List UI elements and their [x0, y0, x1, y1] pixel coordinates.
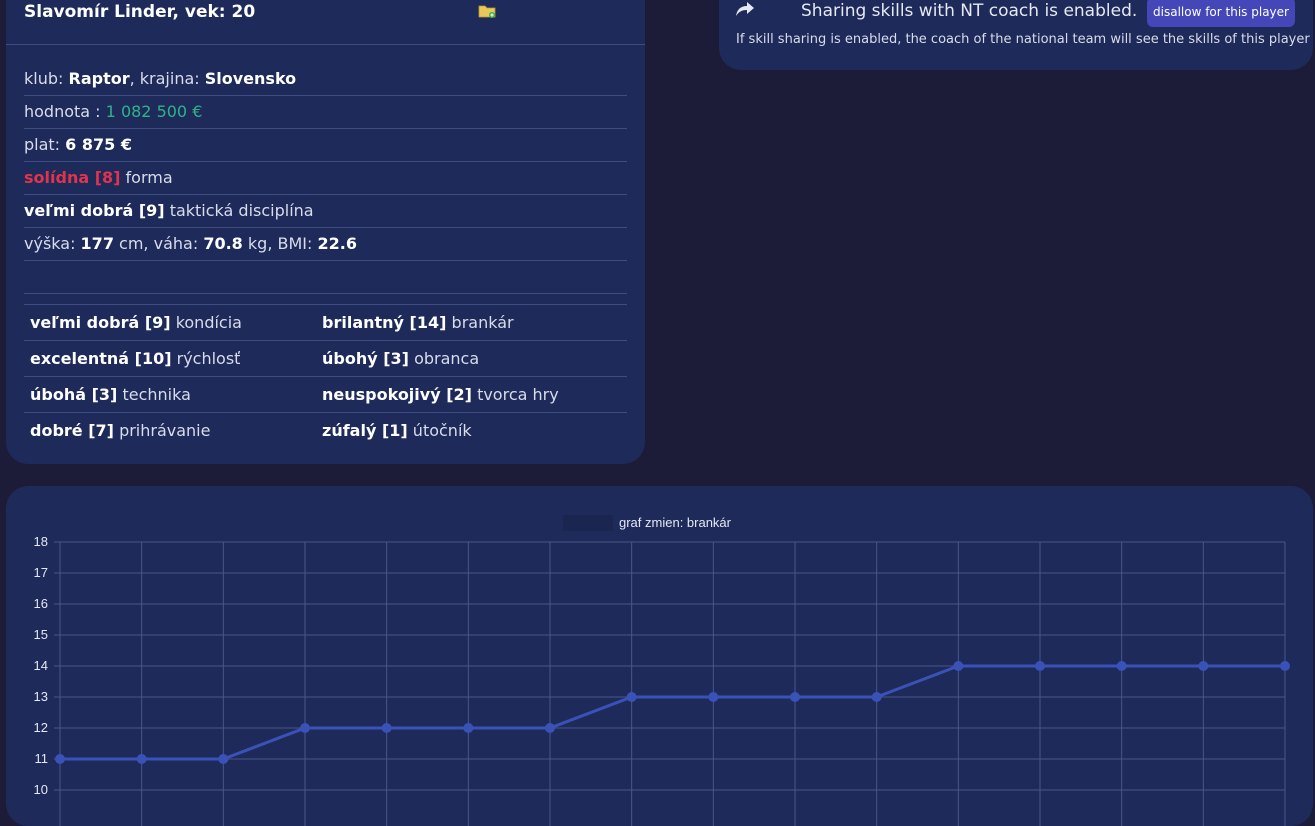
skill-level: úbohý [3] [322, 349, 409, 368]
skill-level: neuspokojivý [2] [322, 385, 472, 404]
skill-cell: brilantný [14] brankár [316, 305, 608, 340]
club-label: klub: [24, 69, 64, 88]
physique-row: výška: 177 cm, váha: 70.8 kg, BMI: 22.6 [24, 228, 627, 261]
y-tick-label: 14 [34, 658, 48, 673]
skill-name: technika [122, 385, 191, 404]
data-point[interactable] [1198, 661, 1209, 671]
y-tick-label: 11 [35, 751, 49, 766]
data-point[interactable] [953, 661, 964, 671]
data-point[interactable] [708, 692, 719, 702]
country-name[interactable]: Slovensko [205, 69, 296, 88]
y-tick-label: 17 [34, 565, 48, 580]
club-name[interactable]: Raptor [69, 69, 130, 88]
skill-row: excelentná [10] rýchlosť úbohý [3] obran… [24, 341, 627, 377]
data-point[interactable] [136, 754, 147, 764]
skill-history-chart: 18 17 16 15 14 13 12 11 10 graf zmien: brankár [34, 515, 1290, 826]
data-point[interactable] [545, 723, 555, 733]
discipline-label: taktická disciplína [169, 201, 314, 220]
value-amount: 1 082 500 € [105, 102, 203, 121]
bmi-value: 22.6 [317, 234, 357, 253]
discipline-level: veľmi dobrá [9] [24, 201, 165, 220]
skill-cell: excelentná [10] rýchlosť [24, 341, 316, 376]
skill-cell: úbohá [3] technika [24, 377, 316, 412]
data-point[interactable] [381, 723, 392, 733]
data-point[interactable] [626, 692, 637, 702]
legend-swatch [563, 515, 613, 531]
y-tick-label: 10 [34, 782, 48, 797]
player-card: Slavomír Linder, vek: 20 klub: Raptor, k… [6, 0, 645, 464]
data-point[interactable] [1116, 661, 1127, 671]
spacer-row [24, 261, 627, 294]
data-point[interactable] [463, 723, 474, 733]
skill-name: prihrávanie [119, 421, 211, 440]
skill-row: dobré [7] prihrávanie zúfalý [1] útočník [24, 413, 627, 448]
salary-row: plat: 6 875 € [24, 129, 627, 162]
skill-cell: veľmi dobrá [9] kondícia [24, 305, 316, 340]
form-label: forma [125, 168, 173, 187]
data-point[interactable] [871, 692, 882, 702]
skill-cell: zúfalý [1] útočník [316, 413, 608, 448]
value-row: hodnota : 1 082 500 € [24, 96, 627, 129]
disallow-sharing-button[interactable]: disallow for this player [1147, 0, 1295, 27]
y-tick-label: 16 [34, 596, 48, 611]
weight-unit: kg, BMI: [247, 234, 313, 253]
salary-amount: 6 875 € [65, 135, 132, 154]
data-point[interactable] [218, 754, 229, 764]
skill-name: obranca [414, 349, 480, 368]
skill-history-chart-card: 18 17 16 15 14 13 12 11 10 graf zmien: brankár [6, 486, 1313, 826]
form-level: solídna [8] [24, 168, 121, 187]
nt-sharing-card: Sharing skills with NT coach is enabled.… [719, 0, 1313, 70]
skill-name: tvorca hry [477, 385, 559, 404]
y-axis-ticks: 18 17 16 15 14 13 12 11 10 [34, 534, 48, 797]
skill-name: brankár [451, 313, 514, 332]
skills-table: veľmi dobrá [9] kondícia brilantný [14] … [24, 304, 627, 448]
series-line [55, 661, 1290, 764]
sharing-note: If skill sharing is enabled, the coach o… [736, 32, 1310, 47]
data-point[interactable] [55, 754, 65, 764]
skill-level: excelentná [10] [30, 349, 172, 368]
header-divider [6, 44, 645, 45]
chart-grid [54, 541, 1286, 826]
salary-label: plat: [24, 135, 61, 154]
y-tick-label: 15 [34, 627, 48, 642]
series-line-path [60, 664, 1285, 761]
data-point[interactable] [1035, 661, 1045, 671]
club-row: klub: Raptor, krajina: Slovensko [24, 63, 627, 96]
skill-level: dobré [7] [30, 421, 114, 440]
data-point[interactable] [1280, 661, 1290, 671]
skill-name: útočník [412, 421, 472, 440]
skill-cell: úbohý [3] obranca [316, 341, 608, 376]
height-unit: cm, váha: [119, 234, 199, 253]
skill-level: veľmi dobrá [9] [30, 313, 171, 332]
folder-add-icon[interactable] [478, 4, 496, 18]
discipline-row: veľmi dobrá [9] taktická disciplína [24, 195, 627, 228]
data-point[interactable] [790, 692, 800, 702]
skill-cell: dobré [7] prihrávanie [24, 413, 316, 448]
skill-cell: neuspokojivý [2] tvorca hry [316, 377, 608, 412]
form-row: solídna [8] forma [24, 162, 627, 195]
height-value: 177 [80, 234, 114, 253]
sharing-status-text: Sharing skills with NT coach is enabled. [801, 1, 1138, 21]
weight-value: 70.8 [203, 234, 243, 253]
share-arrow-icon [736, 2, 754, 16]
skill-row: veľmi dobrá [9] kondícia brilantný [14] … [24, 305, 627, 341]
skill-row: úbohá [3] technika neuspokojivý [2] tvor… [24, 377, 627, 413]
legend-label: graf zmien: brankár [619, 515, 732, 530]
skill-level: zúfalý [1] [322, 421, 408, 440]
skill-name: kondícia [175, 313, 242, 332]
skill-level: brilantný [14] [322, 313, 447, 332]
country-label: , krajina: [129, 69, 200, 88]
data-point[interactable] [300, 723, 310, 733]
y-tick-label: 18 [34, 534, 48, 549]
player-info-list: klub: Raptor, krajina: Slovensko hodnota… [24, 63, 627, 294]
skill-level: úbohá [3] [30, 385, 118, 404]
height-label: výška: [24, 234, 76, 253]
value-label: hodnota : [24, 102, 101, 121]
y-tick-label: 13 [34, 689, 48, 704]
skill-name: rýchlosť [176, 349, 241, 368]
y-tick-label: 12 [34, 720, 48, 735]
player-name-age: Slavomír Linder, vek: 20 [24, 2, 256, 22]
